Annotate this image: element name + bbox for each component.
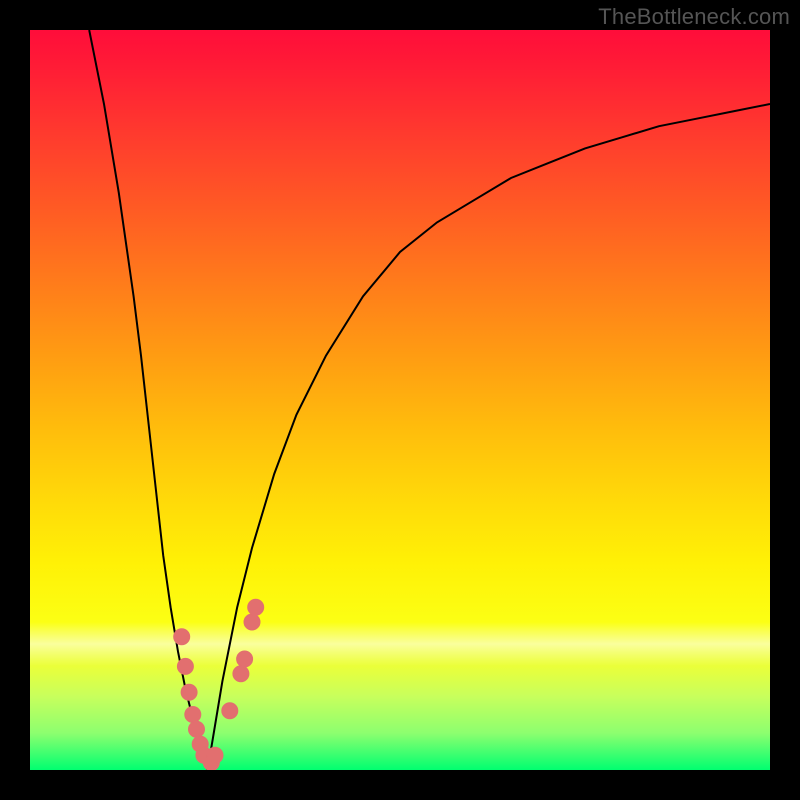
marker-dot [237,651,253,667]
curve-layer [30,30,770,770]
right-branch-path [208,104,770,770]
marker-dot [174,629,190,645]
marker-dot [233,666,249,682]
plot-area [30,30,770,770]
marker-dot [181,684,197,700]
marker-dot [177,658,193,674]
outer-frame: TheBottleneck.com [0,0,800,800]
marker-dot [189,721,205,737]
marker-dot [244,614,260,630]
marker-dot [222,703,238,719]
left-branch-path [89,30,207,770]
marker-cluster [174,599,264,770]
marker-dot [248,599,264,615]
marker-dot [207,747,223,763]
watermark-text: TheBottleneck.com [598,4,790,30]
marker-dot [185,707,201,723]
